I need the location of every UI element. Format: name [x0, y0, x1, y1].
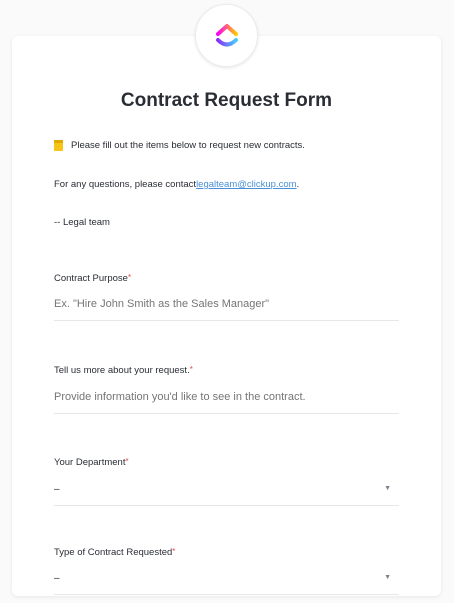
department-label-text: Your Department: [54, 457, 126, 468]
clickup-logo-icon: [195, 4, 258, 67]
contract-purpose-label-text: Contract Purpose: [54, 273, 128, 284]
chevron-down-icon[interactable]: ▼: [384, 485, 391, 492]
contract-type-label-text: Type of Contract Requested: [54, 547, 173, 558]
contract-purpose-label: Contract Purpose*: [54, 273, 131, 284]
required-mark: *: [172, 547, 176, 556]
request-details-input[interactable]: [54, 391, 399, 414]
intro-text: Please fill out the items below to reque…: [54, 140, 305, 151]
chevron-down-icon[interactable]: ▼: [384, 574, 391, 581]
contact-line: For any questions, please contact legalt…: [54, 179, 299, 190]
contract-type-label: Type of Contract Requested*: [54, 547, 175, 558]
signoff-text: -- Legal team: [54, 217, 110, 228]
form-card: Contract Request Form Please fill out th…: [12, 36, 441, 596]
contact-suffix: .: [296, 179, 300, 190]
department-label: Your Department*: [54, 457, 129, 468]
required-mark: *: [189, 365, 193, 374]
memo-icon: [54, 140, 63, 151]
contract-type-select-value: –: [54, 573, 60, 584]
required-mark: *: [125, 457, 129, 466]
contact-prefix: For any questions, please contact: [54, 179, 197, 190]
department-select[interactable]: – ▼: [54, 484, 399, 506]
request-details-label-text: Tell us more about your request.: [54, 365, 190, 376]
contract-type-select[interactable]: – ▼: [54, 573, 399, 595]
contract-purpose-input[interactable]: [54, 298, 399, 321]
contact-email-link[interactable]: legalteam@clickup.com: [196, 179, 296, 190]
department-select-value: –: [54, 484, 60, 495]
intro-label: Please fill out the items below to reque…: [71, 140, 305, 151]
request-details-label: Tell us more about your request.*: [54, 365, 193, 376]
required-mark: *: [127, 273, 132, 282]
form-title: Contract Request Form: [120, 90, 333, 111]
